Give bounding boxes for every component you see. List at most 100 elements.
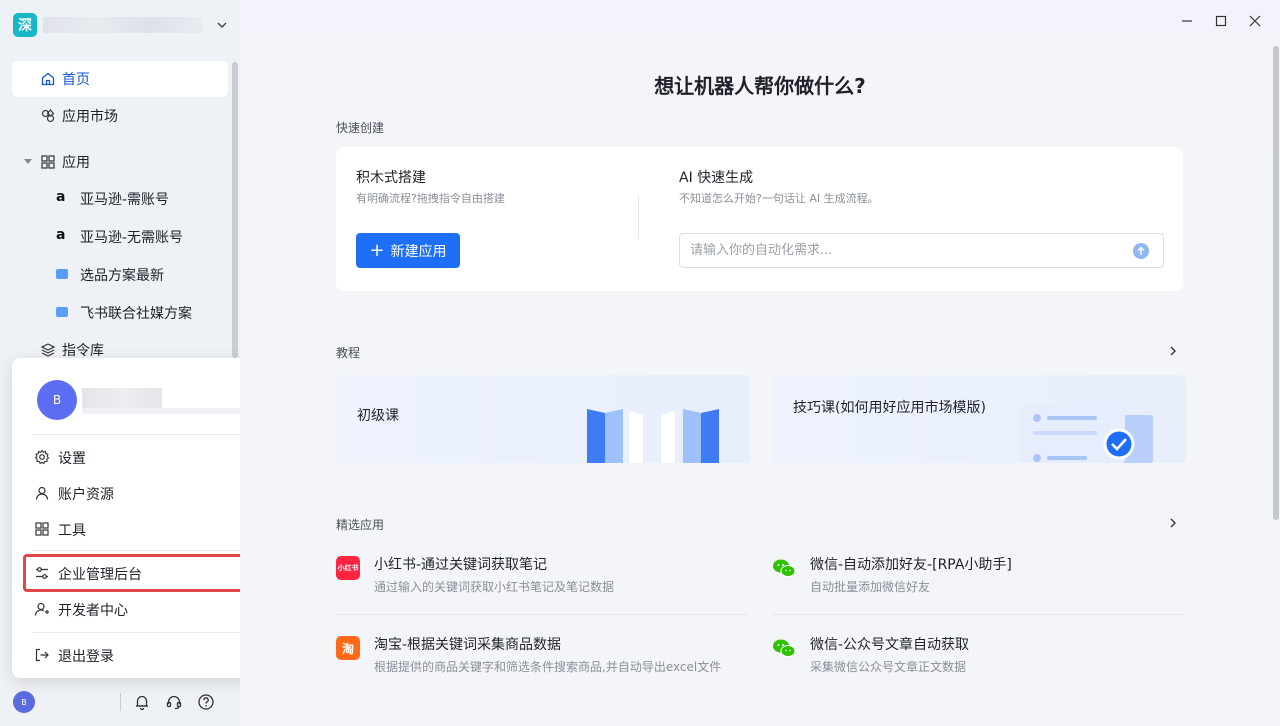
- sidebar-item-market[interactable]: 应用市场: [12, 98, 228, 134]
- app-item-label: 飞书联合社媒方案: [80, 306, 192, 322]
- app-item-label: 选品方案最新: [80, 268, 164, 284]
- section-label-quick: 快速创建: [336, 121, 385, 135]
- workspace-logo: 深: [13, 13, 37, 37]
- taobao-icon: 淘: [336, 636, 360, 660]
- app-desc: 自动批量添加微信好友: [810, 580, 931, 594]
- ai-generate-desc: 不知道怎么开始?一句话让 AI 生成流程。: [679, 192, 879, 205]
- main-scrollbar[interactable]: [1273, 46, 1279, 520]
- sidebar-item-home[interactable]: 首页: [12, 61, 228, 97]
- menu-item-settings[interactable]: 设置: [32, 440, 274, 474]
- sidebar-item-label: 应用: [62, 155, 90, 171]
- new-app-button-label: 新建应用: [390, 243, 447, 260]
- app-market-icon: [41, 109, 55, 123]
- app-title: 小红书-通过关键词获取笔记: [374, 557, 548, 573]
- send-arrow-icon[interactable]: [1133, 243, 1149, 259]
- menu-item-label: 账户资源: [58, 487, 114, 503]
- app-item-label: 亚马逊-无需账号: [80, 230, 184, 246]
- plus-icon: +: [369, 239, 385, 261]
- folder-icon: [56, 267, 70, 281]
- divider: [32, 550, 268, 551]
- tutorial-title: 初级课: [357, 408, 399, 424]
- tutorial-title: 技巧课(如何用好应用市场模版): [793, 400, 986, 416]
- bell-icon[interactable]: [133, 693, 151, 711]
- new-app-button[interactable]: + 新建应用: [356, 233, 460, 268]
- menu-item-label: 企业管理后台: [58, 567, 142, 583]
- user-icon: [35, 486, 49, 500]
- minimize-icon[interactable]: [1180, 14, 1194, 28]
- sidebar-app-item[interactable]: 选品方案最新: [12, 256, 228, 292]
- divider: [32, 632, 268, 633]
- app-desc: 根据提供的商品关键字和筛选条件搜索商品,并自动导出excel文件: [374, 660, 722, 674]
- caret-down-icon[interactable]: [24, 158, 32, 166]
- sidebar-item-apps[interactable]: 应用: [12, 144, 228, 180]
- user-avatar-large: B: [37, 380, 77, 420]
- divider: [32, 434, 268, 435]
- featured-app-item[interactable]: 小红书 小红书-通过关键词获取笔记 通过输入的关键词获取小红书笔记及笔记数据: [336, 554, 748, 610]
- quick-create-card: 积木式搭建 有明确流程?拖拽指令自由搭建 + 新建应用 AI 快速生成 不知道怎…: [336, 147, 1183, 291]
- wechat-icon: [773, 559, 796, 577]
- sidebar-app-item[interactable]: 飞书联合社媒方案: [12, 294, 228, 330]
- menu-item-account[interactable]: 账户资源: [32, 476, 274, 510]
- layers-icon: [40, 343, 56, 357]
- menu-item-label: 设置: [58, 451, 86, 467]
- sliders-icon: [36, 567, 48, 579]
- help-icon[interactable]: [197, 693, 215, 711]
- app-item-label: 亚马逊-需账号: [80, 192, 170, 208]
- workspace-name-redacted: [43, 17, 203, 33]
- sidebar-item-label: 应用市场: [62, 109, 118, 125]
- xiaohongshu-icon: 小红书: [336, 556, 360, 580]
- block-build-desc: 有明确流程?拖拽指令自由搭建: [356, 192, 505, 205]
- user-name-redacted: [82, 388, 162, 408]
- main-content: 想让机器人帮你做什么? 快速创建 积木式搭建 有明确流程?拖拽指令自由搭建 + …: [240, 0, 1280, 726]
- sidebar-app-item[interactable]: a 亚马逊-无需账号: [12, 218, 228, 254]
- wechat-icon: [773, 639, 796, 657]
- chevron-right-icon[interactable]: [1168, 518, 1178, 528]
- menu-item-logout[interactable]: 退出登录: [32, 638, 274, 672]
- user-avatar[interactable]: B: [13, 691, 35, 713]
- featured-app-item[interactable]: 微信-公众号文章自动获取 采集微信公众号文章正文数据: [772, 634, 1184, 690]
- block-build-title: 积木式搭建: [356, 170, 426, 186]
- chevron-down-icon[interactable]: [217, 20, 227, 30]
- section-label-tutorial: 教程: [336, 346, 361, 360]
- sidebar-app-item[interactable]: a 亚马逊-需账号: [12, 180, 228, 216]
- grid-icon: [41, 155, 55, 169]
- page-title: 想让机器人帮你做什么?: [654, 74, 866, 98]
- divider: [120, 693, 121, 711]
- sidebar-scrollbar[interactable]: [232, 62, 238, 358]
- window-controls: [1180, 14, 1262, 28]
- grid-icon: [35, 522, 49, 536]
- app-title: 淘宝-根据关键词采集商品数据: [374, 637, 562, 653]
- workspace-switcher[interactable]: 深: [13, 13, 228, 37]
- sidebar-item-label: 首页: [62, 72, 90, 88]
- ai-prompt-input[interactable]: [679, 233, 1164, 268]
- sidebar-item-label: 指令库: [62, 343, 104, 359]
- amazon-icon: a: [56, 189, 66, 205]
- logout-icon: [35, 648, 49, 662]
- app-title: 微信-公众号文章自动获取: [810, 637, 970, 653]
- home-icon: [41, 72, 55, 86]
- tutorial-card-tips[interactable]: 技巧课(如何用好应用市场模版): [771, 375, 1186, 463]
- divider: [638, 195, 639, 239]
- ai-generate-title: AI 快速生成: [679, 170, 754, 186]
- divider: [772, 614, 1184, 615]
- folder-icon: [56, 305, 70, 319]
- chevron-right-icon[interactable]: [1168, 346, 1178, 356]
- headset-icon[interactable]: [165, 693, 183, 711]
- menu-item-developer[interactable]: 开发者中心: [32, 592, 274, 626]
- featured-app-item[interactable]: 淘 淘宝-根据关键词采集商品数据 根据提供的商品关键字和筛选条件搜索商品,并自动…: [336, 634, 748, 690]
- developer-icon: [34, 602, 49, 616]
- app-title: 微信-自动添加好友-[RPA小助手]: [810, 557, 1012, 573]
- app-desc: 采集微信公众号文章正文数据: [810, 660, 967, 674]
- menu-item-tools[interactable]: 工具: [32, 512, 274, 546]
- menu-item-label: 退出登录: [58, 649, 114, 665]
- section-label-featured: 精选应用: [336, 518, 385, 532]
- tutorial-card-beginner[interactable]: 初级课: [335, 375, 750, 463]
- app-desc: 通过输入的关键词获取小红书笔记及笔记数据: [374, 580, 615, 594]
- featured-app-item[interactable]: 微信-自动添加好友-[RPA小助手] 自动批量添加微信好友: [772, 554, 1184, 610]
- book-illustration-icon: [587, 409, 719, 463]
- amazon-icon: a: [56, 227, 66, 243]
- divider: [336, 614, 748, 615]
- gear-icon: [34, 449, 50, 465]
- close-icon[interactable]: [1248, 14, 1262, 28]
- maximize-icon[interactable]: [1214, 14, 1228, 28]
